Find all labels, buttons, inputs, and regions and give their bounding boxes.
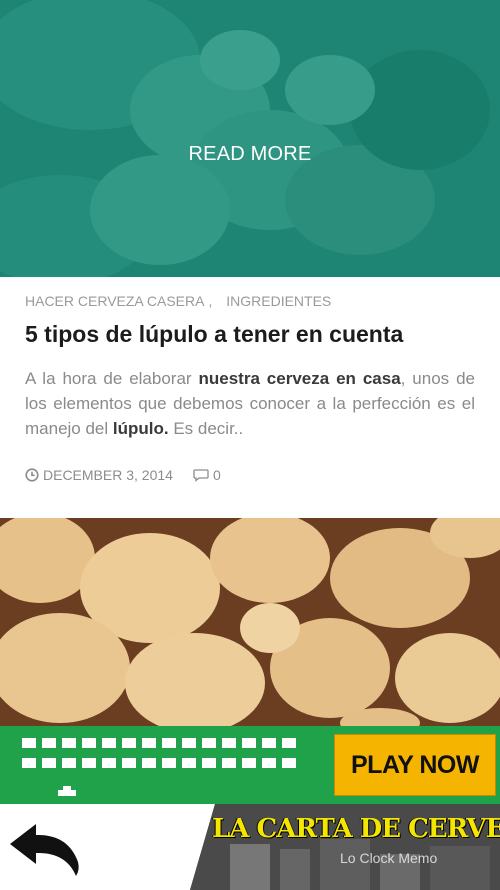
comment-count: 0 [212,467,221,483]
post-meta: DECEMBER 3, 2014 0 [25,467,221,483]
post-date: DECEMBER 3, 2014 [43,467,173,483]
watermark-text: Lo Clock Memo [340,850,438,866]
category-separator: , [208,293,213,309]
read-more-link[interactable]: READ MORE [0,143,500,166]
post-title[interactable]: 5 tipos de lúpulo a tener en cuenta [25,321,485,348]
back-arrow-icon[interactable] [6,820,84,880]
category-link[interactable]: HACER CERVEZA CASERA [25,293,204,309]
post-excerpt: A la hora de elaborar nuestra cerveza en… [25,369,475,438]
post-hero-image-2[interactable] [0,518,500,726]
post-hero-image[interactable]: READ MORE [0,0,500,277]
bottom-bar: LA CARTA DE CERVEZA Lo Clock Memo [0,804,500,890]
comments-link[interactable]: 0 [193,467,221,483]
space-invaders-graphic [22,738,296,796]
clock-icon [25,468,39,482]
comment-icon [193,469,209,482]
category-link[interactable]: INGREDIENTES [226,293,331,309]
brand-title[interactable]: LA CARTA DE CERVEZA [212,814,500,844]
post-card: HACER CERVEZA CASERA, INGREDIENTES 5 tip… [0,277,500,518]
play-now-button[interactable]: PLAY NOW [334,734,496,796]
post-categories: HACER CERVEZA CASERA, INGREDIENTES [25,293,335,309]
ad-banner[interactable]: PLAY NOW [0,726,500,804]
yeast-cells-image [0,518,500,726]
